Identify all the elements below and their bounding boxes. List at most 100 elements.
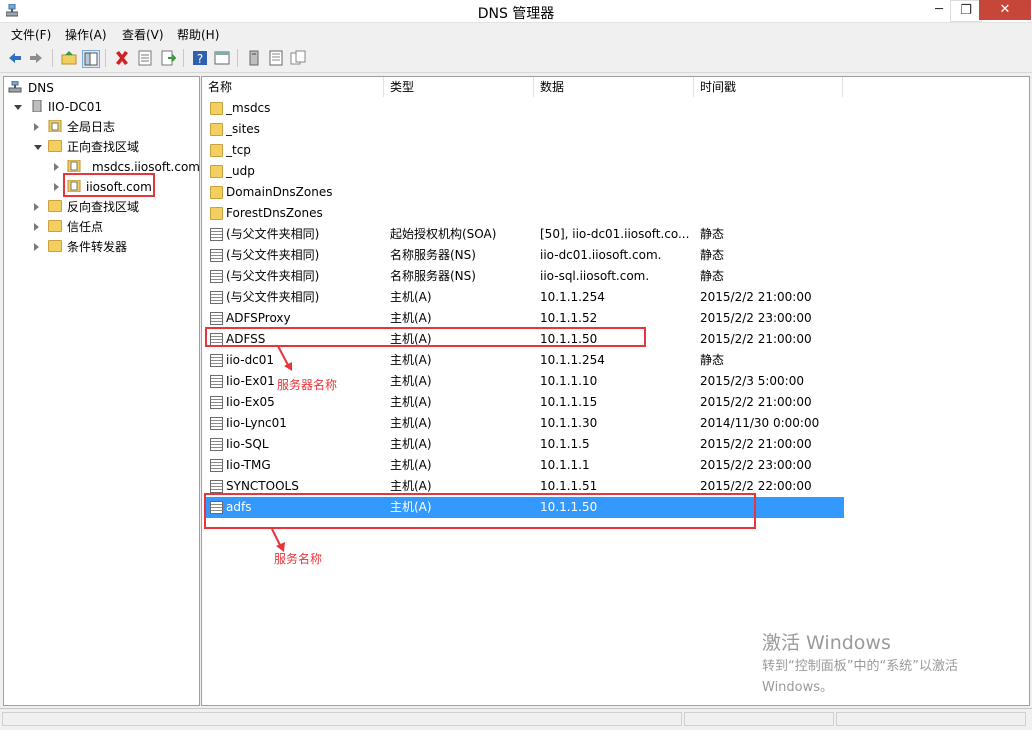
cell-type: 名称服务器(NS) [390, 269, 476, 283]
column-header-data[interactable]: 数据 [534, 77, 694, 97]
help-icon[interactable]: ? [192, 50, 208, 66]
export-icon[interactable] [160, 50, 176, 66]
close-button[interactable]: ✕ [979, 0, 1031, 20]
folder-icon [210, 207, 223, 220]
record-icon [210, 291, 223, 304]
table-row[interactable]: DomainDnsZones [206, 182, 844, 203]
table-row[interactable]: _msdcs [206, 98, 844, 119]
expand-arrow-icon[interactable] [34, 223, 39, 231]
cell-timestamp: 静态 [700, 248, 725, 262]
folder-icon [210, 165, 223, 178]
table-row[interactable]: Iio-SQL 主机(A) 10.1.1.5 2015/2/2 21:00:00 [206, 434, 844, 455]
status-bar [0, 708, 1032, 730]
table-row[interactable]: _sites [206, 119, 844, 140]
table-row[interactable]: (与父文件夹相同) 主机(A) 10.1.1.254 2015/2/2 21:00:0… [206, 287, 844, 308]
table-row[interactable]: iio-dc01 主机(A) 10.1.1.254 静态 [206, 350, 844, 371]
expand-arrow-icon[interactable] [34, 123, 39, 131]
record-icon [210, 417, 223, 430]
cell-data: [50], iio-dc01.iiosoft.co... [540, 227, 690, 241]
tree-node-dns[interactable]: DNS [8, 79, 193, 97]
server-icon [32, 100, 42, 112]
annotation-arrow [277, 345, 292, 371]
cell-name: Iio-Ex05 [226, 395, 275, 409]
record-icon [210, 438, 223, 451]
folder-icon [48, 220, 62, 232]
cell-timestamp: 2015/2/2 21:00:00 [700, 290, 812, 304]
server-icon[interactable] [246, 50, 262, 66]
table-row[interactable]: Iio-Lync01 主机(A) 10.1.1.30 2014/11/30 0:00:… [206, 413, 844, 434]
forward-icon[interactable] [28, 50, 44, 66]
column-header-timestamp[interactable]: 时间戳 [694, 77, 843, 97]
back-icon[interactable] [7, 50, 23, 66]
collapse-arrow-icon[interactable] [34, 145, 42, 150]
tree-label: 全局日志 [67, 120, 116, 134]
cell-timestamp: 2015/2/2 21:00:00 [700, 395, 812, 409]
cell-name: (与父文件夹相同) [226, 290, 320, 304]
record-icon [210, 459, 223, 472]
column-header-name[interactable]: 名称 [202, 77, 384, 97]
cell-name: _msdcs [226, 101, 271, 115]
table-row[interactable]: (与父文件夹相同) 名称服务器(NS) iio-sql.iiosoft.com. 静态 [206, 266, 844, 287]
expand-arrow-icon[interactable] [54, 163, 59, 171]
tree-node-reverse-zones[interactable]: 反向查找区域 [8, 198, 193, 216]
record-icon [210, 375, 223, 388]
column-header-type[interactable]: 类型 [384, 77, 534, 97]
tree-node-forward-zones[interactable]: 正向查找区域 [8, 138, 193, 156]
cell-timestamp: 静态 [700, 269, 725, 283]
menu-bar: 文件(F) 操作(A) 查看(V) 帮助(H) [0, 23, 1032, 43]
maximize-button[interactable]: ❐ [950, 0, 982, 22]
tree-node-global-log[interactable]: 全局日志 [8, 118, 193, 136]
tree-node-server[interactable]: IIO-DC01 [8, 98, 193, 116]
svg-text:?: ? [197, 52, 203, 66]
annotation-highlight-zone [63, 173, 155, 197]
cell-data: iio-sql.iiosoft.com. [540, 269, 650, 283]
table-row[interactable]: ADFSProxy 主机(A) 10.1.1.52 2015/2/2 23:00:00 [206, 308, 844, 329]
expand-arrow-icon[interactable] [54, 183, 59, 191]
cell-name: Iio-SQL [226, 437, 269, 451]
folder-icon [48, 200, 62, 212]
cell-type: 主机(A) [390, 311, 432, 325]
tree-node-conditional-forwarders[interactable]: 条件转发器 [8, 238, 193, 256]
expand-arrow-icon[interactable] [34, 203, 39, 211]
up-folder-icon[interactable] [61, 50, 77, 66]
dns-icon [8, 81, 22, 93]
annotation-label-service-name: 服务名称 [274, 552, 323, 566]
table-row[interactable]: Iio-TMG 主机(A) 10.1.1.1 2015/2/2 23:00:00 [206, 455, 844, 476]
annotation-box-adfs [204, 493, 756, 529]
cell-timestamp: 2015/2/2 23:00:00 [700, 311, 812, 325]
table-row[interactable]: (与父文件夹相同) 名称服务器(NS) iio-dc01.iiosoft.com. 静… [206, 245, 844, 266]
cell-timestamp: 2015/2/2 21:00:00 [700, 332, 812, 346]
expand-arrow-icon[interactable] [34, 243, 39, 251]
tree-label: 条件转发器 [67, 240, 128, 254]
record-icon [210, 312, 223, 325]
table-row[interactable]: ForestDnsZones [206, 203, 844, 224]
cell-data: 10.1.1.52 [540, 311, 598, 325]
activation-watermark-text: 转到“控制面板”中的“系统”以激活 [762, 659, 958, 674]
table-row[interactable]: _tcp [206, 140, 844, 161]
menu-help[interactable]: 帮助(H) [177, 26, 219, 43]
menu-action[interactable]: 操作(A) [65, 26, 107, 43]
cell-type: 主机(A) [390, 395, 432, 409]
copy-icon[interactable] [290, 50, 306, 66]
cell-timestamp: 2014/11/30 0:00:00 [700, 416, 820, 430]
delete-icon[interactable] [114, 50, 130, 66]
record-icon [210, 396, 223, 409]
properties-icon[interactable] [137, 50, 153, 66]
show-hide-tree-icon[interactable] [82, 50, 100, 68]
cell-data: 10.1.1.15 [540, 395, 598, 409]
menu-view[interactable]: 查看(V) [122, 26, 164, 43]
cell-name: _udp [226, 164, 255, 178]
cell-name: ADFSProxy [226, 311, 291, 325]
cell-name: DomainDnsZones [226, 185, 333, 199]
table-row[interactable]: (与父文件夹相同) 起始授权机构(SOA) [50], iio-dc01.iioso… [206, 224, 844, 245]
record-icon [210, 249, 223, 262]
table-row[interactable]: _udp [206, 161, 844, 182]
collapse-arrow-icon[interactable] [14, 105, 22, 110]
tree-node-trust-points[interactable]: 信任点 [8, 218, 193, 236]
activation-watermark-title: 激活 Windows [762, 632, 891, 654]
cell-data: iio-dc01.iiosoft.com. [540, 248, 662, 262]
table-row[interactable]: Iio-Ex05 主机(A) 10.1.1.15 2015/2/2 21:00:00 [206, 392, 844, 413]
record-list-icon[interactable] [268, 50, 284, 66]
console-icon[interactable] [214, 50, 230, 66]
menu-file[interactable]: 文件(F) [11, 26, 51, 43]
